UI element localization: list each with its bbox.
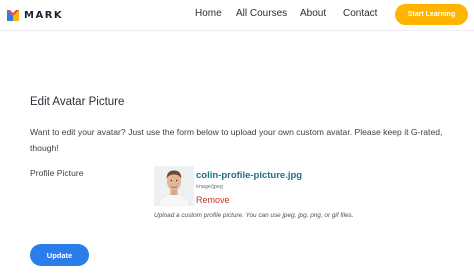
profile-picture-label: Profile Picture — [30, 168, 84, 178]
file-type: image/jpeg — [196, 184, 223, 190]
page-description: Want to edit your avatar? Just use the f… — [30, 127, 443, 153]
nav-about[interactable]: About — [300, 8, 326, 19]
file-name: colin-profile-picture.jpg — [196, 170, 303, 181]
start-learning-button[interactable]: Start Learning — [395, 4, 468, 25]
update-button[interactable]: Update — [30, 244, 89, 266]
nav-home[interactable]: Home — [195, 8, 222, 19]
site-header: MARK Home All Courses About Contact Star… — [0, 0, 474, 31]
page-title: Edit Avatar Picture — [30, 96, 125, 108]
remove-link[interactable]: Remove — [196, 195, 230, 205]
edit-avatar-page: MARK Home All Courses About Contact Star… — [0, 0, 474, 279]
nav-contact[interactable]: Contact — [343, 8, 377, 19]
avatar-preview — [154, 166, 194, 206]
profile-photo — [154, 166, 194, 206]
upload-hint: Upload a custom profile picture. You can… — [154, 212, 354, 219]
nav-all-courses[interactable]: All Courses — [236, 8, 287, 19]
